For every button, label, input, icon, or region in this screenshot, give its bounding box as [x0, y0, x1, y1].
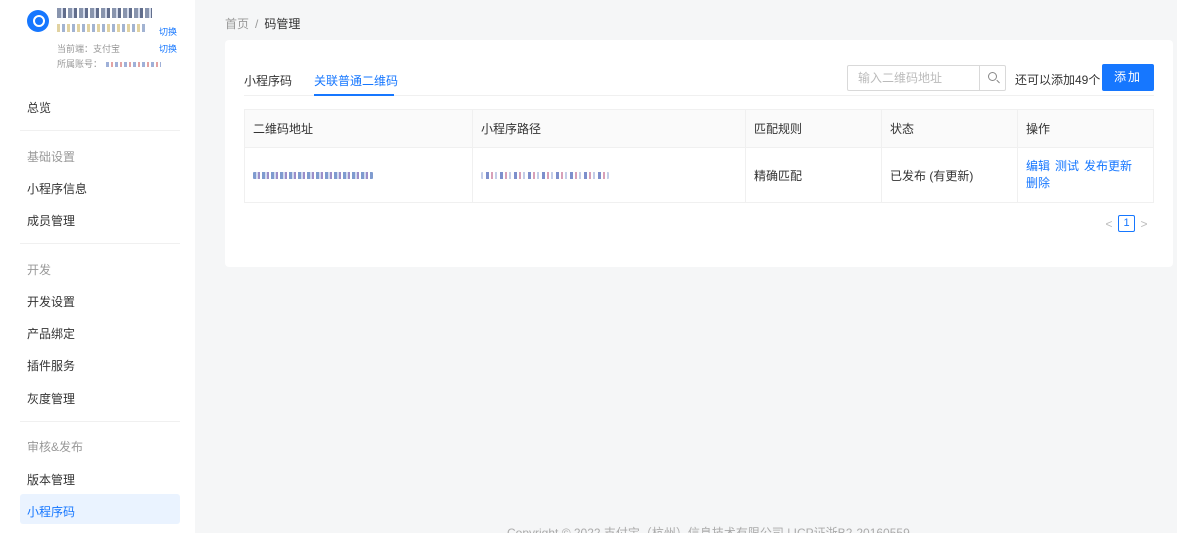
- edit-link[interactable]: 编辑: [1026, 159, 1050, 173]
- sidebar-item-plugin-service[interactable]: 插件服务: [27, 357, 75, 374]
- column-header-miniapp-path: 小程序路径: [473, 110, 746, 147]
- account-panel: 切换 当前端：支付宝 切换 所属账号：: [0, 0, 195, 90]
- sidebar-item-product-binding[interactable]: 产品绑定: [27, 325, 75, 342]
- switch-client-link[interactable]: 切换: [159, 42, 177, 55]
- sidebar-item-members[interactable]: 成员管理: [27, 212, 75, 229]
- breadcrumb: 首页 / 码管理: [225, 15, 300, 32]
- qr-url-redacted: [253, 171, 373, 179]
- search-button[interactable]: [979, 66, 1005, 90]
- tab-miniapp-code[interactable]: 小程序码: [244, 72, 292, 89]
- sidebar-divider: [20, 243, 180, 244]
- sidebar-divider: [20, 421, 180, 422]
- account-id-redacted: [106, 62, 162, 68]
- match-rule-cell: 精确匹配: [746, 148, 882, 202]
- publish-update-link[interactable]: 发布更新: [1084, 159, 1132, 173]
- active-tab-indicator: [314, 94, 394, 96]
- next-page-icon[interactable]: >: [1138, 217, 1150, 231]
- status-cell: 已发布 (有更新): [882, 148, 1018, 202]
- column-header-actions: 操作: [1026, 122, 1051, 136]
- breadcrumb-home-link[interactable]: 首页: [225, 17, 249, 31]
- qr-url-cell: [245, 148, 473, 202]
- current-client-label: 当前端：支付宝: [57, 44, 121, 54]
- sidebar-item-overview[interactable]: 总览: [27, 99, 51, 116]
- page-number-current[interactable]: 1: [1118, 215, 1135, 232]
- table-row: 精确匹配 已发布 (有更新) 编辑 测试 发布更新删除: [245, 148, 1153, 202]
- code-management-card: 小程序码 关联普通二维码 还可以添加49个 添加 二维码地址 小程序路径 匹配规…: [225, 40, 1173, 267]
- sidebar-item-miniapp-code[interactable]: 小程序码: [27, 503, 75, 520]
- sidebar-group-basic-settings: 基础设置: [27, 150, 76, 164]
- qr-url-search-input[interactable]: [848, 66, 981, 90]
- sidebar-item-miniapp-info[interactable]: 小程序信息: [27, 180, 87, 197]
- account-owner-label: 所属账号：: [57, 57, 162, 70]
- sidebar: 切换 当前端：支付宝 切换 所属账号： 总览 基础设置 小程序信息 成员管理 开…: [0, 0, 195, 533]
- sidebar-divider: [20, 130, 180, 131]
- sidebar-item-gray-release[interactable]: 灰度管理: [27, 390, 75, 407]
- miniapp-path-cell: [473, 148, 746, 202]
- delete-link[interactable]: 删除: [1026, 176, 1050, 190]
- sidebar-item-version-management[interactable]: 版本管理: [27, 471, 75, 488]
- sidebar-item-dev-settings[interactable]: 开发设置: [27, 293, 75, 310]
- remaining-quota-text: 还可以添加49个: [1015, 73, 1101, 87]
- add-button[interactable]: 添加: [1102, 64, 1154, 91]
- app-name-redacted: [57, 8, 152, 18]
- prev-page-icon[interactable]: <: [1103, 217, 1115, 231]
- footer-copyright: Copyright © 2022 支付宝（杭州）信息技术有限公司 | ICP证浙…: [507, 526, 910, 533]
- sidebar-group-review-publish: 审核&发布: [27, 440, 84, 454]
- pagination: <1 >: [1103, 215, 1150, 235]
- tab-linked-qr-code[interactable]: 关联普通二维码: [314, 72, 398, 89]
- search-icon: [988, 72, 997, 81]
- breadcrumb-separator: /: [255, 17, 259, 31]
- qr-url-search: [847, 65, 1006, 91]
- switch-app-link[interactable]: 切换: [159, 25, 177, 38]
- table-header: 二维码地址 小程序路径 匹配规则 状态 操作: [245, 110, 1153, 148]
- app-logo-icon: [27, 10, 49, 32]
- actions-cell: 编辑 测试 发布更新删除: [1018, 148, 1153, 202]
- breadcrumb-current: 码管理: [264, 17, 301, 31]
- column-header-qr-url: 二维码地址: [245, 110, 473, 147]
- test-link[interactable]: 测试: [1055, 159, 1079, 173]
- column-header-match-rule: 匹配规则: [746, 110, 882, 147]
- column-header-status: 状态: [882, 110, 1018, 147]
- app-id-redacted: [57, 24, 145, 32]
- qr-code-table: 二维码地址 小程序路径 匹配规则 状态 操作 精确匹配 已发布 (有更新) 编辑…: [244, 109, 1154, 203]
- miniapp-path-redacted: [481, 171, 609, 179]
- sidebar-group-development: 开发: [27, 263, 52, 277]
